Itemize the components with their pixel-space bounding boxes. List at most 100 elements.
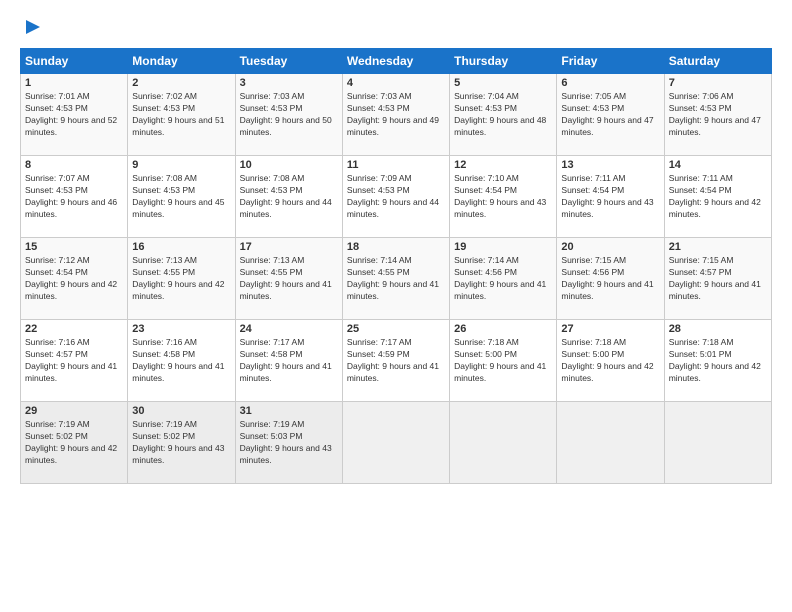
- day-info: Sunrise: 7:06 AMSunset: 4:53 PMDaylight:…: [669, 91, 767, 139]
- day-number: 28: [669, 323, 767, 335]
- day-number: 1: [25, 77, 123, 89]
- calendar-cell: 22 Sunrise: 7:16 AMSunset: 4:57 PMDayligh…: [21, 320, 128, 402]
- day-info: Sunrise: 7:19 AMSunset: 5:02 PMDaylight:…: [132, 419, 230, 467]
- weekday-header-saturday: Saturday: [664, 49, 771, 74]
- logo-flag-icon: [22, 16, 44, 38]
- calendar-cell: 5Sunrise: 7:04 AMSunset: 4:53 PMDaylight…: [450, 74, 557, 156]
- calendar-cell: 12 Sunrise: 7:10 AMSunset: 4:54 PMDayligh…: [450, 156, 557, 238]
- weekday-header-tuesday: Tuesday: [235, 49, 342, 74]
- calendar-cell: [342, 402, 449, 484]
- calendar-cell: 30 Sunrise: 7:19 AMSunset: 5:02 PMDayligh…: [128, 402, 235, 484]
- day-number: 11: [347, 159, 445, 171]
- day-number: 12: [454, 159, 552, 171]
- day-info: Sunrise: 7:18 AMSunset: 5:00 PMDaylight:…: [561, 337, 659, 385]
- day-number: 16: [132, 241, 230, 253]
- day-number: 22: [25, 323, 123, 335]
- calendar-cell: 15 Sunrise: 7:12 AMSunset: 4:54 PMDayligh…: [21, 238, 128, 320]
- day-number: 26: [454, 323, 552, 335]
- calendar-cell: 8Sunrise: 7:07 AMSunset: 4:53 PMDaylight…: [21, 156, 128, 238]
- day-info: Sunrise: 7:15 AMSunset: 4:57 PMDaylight:…: [669, 255, 767, 303]
- day-info: Sunrise: 7:02 AMSunset: 4:53 PMDaylight:…: [132, 91, 230, 139]
- day-number: 23: [132, 323, 230, 335]
- weekday-header-monday: Monday: [128, 49, 235, 74]
- calendar-cell: 10 Sunrise: 7:08 AMSunset: 4:53 PMDayligh…: [235, 156, 342, 238]
- calendar-cell: 3 Sunrise: 7:03 AMSunset: 4:53 PMDaylight…: [235, 74, 342, 156]
- calendar-header-row: SundayMondayTuesdayWednesdayThursdayFrid…: [21, 49, 772, 74]
- calendar-cell: 28Sunrise: 7:18 AMSunset: 5:01 PMDayligh…: [664, 320, 771, 402]
- day-number: 30: [132, 405, 230, 417]
- day-number: 20: [561, 241, 659, 253]
- day-info: Sunrise: 7:13 AMSunset: 4:55 PMDaylight:…: [240, 255, 338, 303]
- weekday-header-friday: Friday: [557, 49, 664, 74]
- day-info: Sunrise: 7:15 AMSunset: 4:56 PMDaylight:…: [561, 255, 659, 303]
- calendar-cell: 31 Sunrise: 7:19 AMSunset: 5:03 PMDayligh…: [235, 402, 342, 484]
- calendar-week-3: 15 Sunrise: 7:12 AMSunset: 4:54 PMDayligh…: [21, 238, 772, 320]
- calendar-cell: [664, 402, 771, 484]
- day-info: Sunrise: 7:08 AMSunset: 4:53 PMDaylight:…: [240, 173, 338, 221]
- day-info: Sunrise: 7:18 AMSunset: 5:00 PMDaylight:…: [454, 337, 552, 385]
- weekday-header-wednesday: Wednesday: [342, 49, 449, 74]
- day-info: Sunrise: 7:17 AMSunset: 4:58 PMDaylight:…: [240, 337, 338, 385]
- day-number: 13: [561, 159, 659, 171]
- header: [20, 16, 772, 38]
- day-info: Sunrise: 7:08 AMSunset: 4:53 PMDaylight:…: [132, 173, 230, 221]
- calendar-cell: 14 Sunrise: 7:11 AMSunset: 4:54 PMDayligh…: [664, 156, 771, 238]
- calendar-cell: 16 Sunrise: 7:13 AMSunset: 4:55 PMDayligh…: [128, 238, 235, 320]
- day-number: 24: [240, 323, 338, 335]
- day-info: Sunrise: 7:16 AMSunset: 4:57 PMDaylight:…: [25, 337, 123, 385]
- day-info: Sunrise: 7:17 AMSunset: 4:59 PMDaylight:…: [347, 337, 445, 385]
- day-number: 27: [561, 323, 659, 335]
- calendar-body: 1Sunrise: 7:01 AMSunset: 4:53 PMDaylight…: [21, 74, 772, 484]
- calendar-cell: 13 Sunrise: 7:11 AMSunset: 4:54 PMDayligh…: [557, 156, 664, 238]
- calendar-cell: 25 Sunrise: 7:17 AMSunset: 4:59 PMDayligh…: [342, 320, 449, 402]
- calendar-week-4: 22 Sunrise: 7:16 AMSunset: 4:57 PMDayligh…: [21, 320, 772, 402]
- calendar-cell: 20 Sunrise: 7:15 AMSunset: 4:56 PMDayligh…: [557, 238, 664, 320]
- day-number: 14: [669, 159, 767, 171]
- day-info: Sunrise: 7:13 AMSunset: 4:55 PMDaylight:…: [132, 255, 230, 303]
- calendar-week-2: 8Sunrise: 7:07 AMSunset: 4:53 PMDaylight…: [21, 156, 772, 238]
- day-number: 25: [347, 323, 445, 335]
- page: SundayMondayTuesdayWednesdayThursdayFrid…: [0, 0, 792, 612]
- day-info: Sunrise: 7:10 AMSunset: 4:54 PMDaylight:…: [454, 173, 552, 221]
- calendar-cell: 19Sunrise: 7:14 AMSunset: 4:56 PMDayligh…: [450, 238, 557, 320]
- day-number: 15: [25, 241, 123, 253]
- calendar-cell: 29 Sunrise: 7:19 AMSunset: 5:02 PMDayligh…: [21, 402, 128, 484]
- weekday-header-thursday: Thursday: [450, 49, 557, 74]
- calendar-cell: 24 Sunrise: 7:17 AMSunset: 4:58 PMDayligh…: [235, 320, 342, 402]
- day-number: 4: [347, 77, 445, 89]
- day-number: 31: [240, 405, 338, 417]
- day-info: Sunrise: 7:05 AMSunset: 4:53 PMDaylight:…: [561, 91, 659, 139]
- day-number: 9: [132, 159, 230, 171]
- day-number: 29: [25, 405, 123, 417]
- calendar-cell: 7Sunrise: 7:06 AMSunset: 4:53 PMDaylight…: [664, 74, 771, 156]
- calendar-cell: 2Sunrise: 7:02 AMSunset: 4:53 PMDaylight…: [128, 74, 235, 156]
- logo: [20, 16, 46, 38]
- calendar-cell: 17 Sunrise: 7:13 AMSunset: 4:55 PMDayligh…: [235, 238, 342, 320]
- day-info: Sunrise: 7:14 AMSunset: 4:55 PMDaylight:…: [347, 255, 445, 303]
- calendar-cell: 26 Sunrise: 7:18 AMSunset: 5:00 PMDayligh…: [450, 320, 557, 402]
- day-info: Sunrise: 7:12 AMSunset: 4:54 PMDaylight:…: [25, 255, 123, 303]
- day-info: Sunrise: 7:07 AMSunset: 4:53 PMDaylight:…: [25, 173, 123, 221]
- day-info: Sunrise: 7:03 AMSunset: 4:53 PMDaylight:…: [240, 91, 338, 139]
- calendar-cell: 1Sunrise: 7:01 AMSunset: 4:53 PMDaylight…: [21, 74, 128, 156]
- day-info: Sunrise: 7:11 AMSunset: 4:54 PMDaylight:…: [561, 173, 659, 221]
- day-number: 5: [454, 77, 552, 89]
- day-number: 6: [561, 77, 659, 89]
- calendar-cell: 23 Sunrise: 7:16 AMSunset: 4:58 PMDayligh…: [128, 320, 235, 402]
- calendar-cell: [450, 402, 557, 484]
- day-info: Sunrise: 7:19 AMSunset: 5:03 PMDaylight:…: [240, 419, 338, 467]
- day-info: Sunrise: 7:14 AMSunset: 4:56 PMDaylight:…: [454, 255, 552, 303]
- day-number: 18: [347, 241, 445, 253]
- weekday-header-sunday: Sunday: [21, 49, 128, 74]
- day-number: 10: [240, 159, 338, 171]
- day-number: 17: [240, 241, 338, 253]
- calendar-cell: 18 Sunrise: 7:14 AMSunset: 4:55 PMDayligh…: [342, 238, 449, 320]
- day-info: Sunrise: 7:16 AMSunset: 4:58 PMDaylight:…: [132, 337, 230, 385]
- calendar-cell: 4Sunrise: 7:03 AMSunset: 4:53 PMDaylight…: [342, 74, 449, 156]
- calendar-cell: [557, 402, 664, 484]
- calendar-week-5: 29 Sunrise: 7:19 AMSunset: 5:02 PMDayligh…: [21, 402, 772, 484]
- calendar-cell: 6 Sunrise: 7:05 AMSunset: 4:53 PMDaylight…: [557, 74, 664, 156]
- day-info: Sunrise: 7:11 AMSunset: 4:54 PMDaylight:…: [669, 173, 767, 221]
- day-number: 3: [240, 77, 338, 89]
- day-info: Sunrise: 7:19 AMSunset: 5:02 PMDaylight:…: [25, 419, 123, 467]
